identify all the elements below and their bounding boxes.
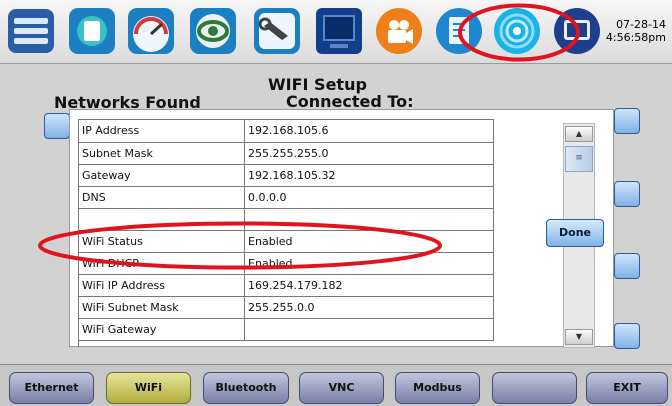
scroll-up-icon[interactable]: ▲ bbox=[565, 126, 593, 142]
dhcp-annotation-ellipse bbox=[38, 221, 442, 270]
row-key: IP Address bbox=[79, 120, 246, 143]
background-right-button-2[interactable] bbox=[614, 181, 640, 207]
gauge-icon[interactable] bbox=[126, 6, 176, 56]
row-value: 169.254.179.182 bbox=[244, 274, 494, 297]
background-right-button-1[interactable] bbox=[614, 108, 640, 134]
table-row: Subnet Mask 255.255.255.0 bbox=[79, 142, 494, 165]
eye-icon[interactable] bbox=[188, 6, 238, 56]
row-key: WiFi Subnet Mask bbox=[79, 296, 246, 319]
table-row: WiFi IP Address 169.254.179.182 bbox=[79, 274, 494, 297]
wifi-annotation-circle bbox=[458, 3, 580, 62]
tab-wifi[interactable]: WiFi bbox=[106, 372, 191, 404]
table-row: WiFi Gateway bbox=[79, 318, 494, 341]
background-right-button-3[interactable] bbox=[614, 253, 640, 279]
table-row: WiFi Subnet Mask 255.255.0.0 bbox=[79, 296, 494, 319]
tab-vnc[interactable]: VNC bbox=[299, 372, 384, 404]
row-key: DNS bbox=[79, 186, 246, 209]
table-row: DNS 0.0.0.0 bbox=[79, 186, 494, 209]
tab-ethernet[interactable]: Ethernet bbox=[9, 372, 94, 404]
table-row: Gateway 192.168.105.32 bbox=[79, 164, 494, 187]
table-row: IP Address 192.168.105.6 bbox=[79, 120, 494, 143]
app-menu-icon[interactable] bbox=[6, 6, 56, 56]
wrench-icon[interactable] bbox=[252, 6, 302, 56]
date-time-display: 07-28-14 4:56:58pm bbox=[606, 18, 666, 44]
done-button[interactable]: Done bbox=[546, 219, 604, 247]
row-value: 255.255.0.0 bbox=[244, 296, 494, 319]
tab-exit[interactable]: EXIT bbox=[586, 372, 668, 404]
row-key: Gateway bbox=[79, 164, 246, 187]
monitor-icon[interactable] bbox=[314, 6, 364, 56]
row-value: 255.255.255.0 bbox=[244, 142, 494, 165]
tab-bluetooth[interactable]: Bluetooth bbox=[203, 372, 289, 404]
row-value bbox=[244, 318, 494, 341]
date-text: 07-28-14 bbox=[616, 18, 666, 31]
time-text: 4:56:58pm bbox=[605, 31, 666, 44]
row-key: WiFi Gateway bbox=[79, 318, 246, 341]
scrollbar-thumb[interactable]: ≡ bbox=[565, 146, 593, 172]
tab-blank[interactable] bbox=[492, 372, 577, 404]
background-right-button-4[interactable] bbox=[614, 323, 640, 349]
row-key: Subnet Mask bbox=[79, 142, 246, 165]
row-key: WiFi IP Address bbox=[79, 274, 246, 297]
row-value: 192.168.105.6 bbox=[244, 120, 494, 143]
row-value: 0.0.0.0 bbox=[244, 186, 494, 209]
row-value: 192.168.105.32 bbox=[244, 164, 494, 187]
scroll-down-icon[interactable]: ▼ bbox=[565, 329, 593, 345]
tab-modbus[interactable]: Modbus bbox=[395, 372, 480, 404]
camera-icon[interactable] bbox=[374, 6, 424, 56]
square-icon[interactable] bbox=[67, 6, 117, 56]
background-left-button[interactable] bbox=[44, 113, 70, 139]
bottom-tab-bar: Ethernet WiFi Bluetooth VNC Modbus EXIT bbox=[0, 364, 672, 406]
